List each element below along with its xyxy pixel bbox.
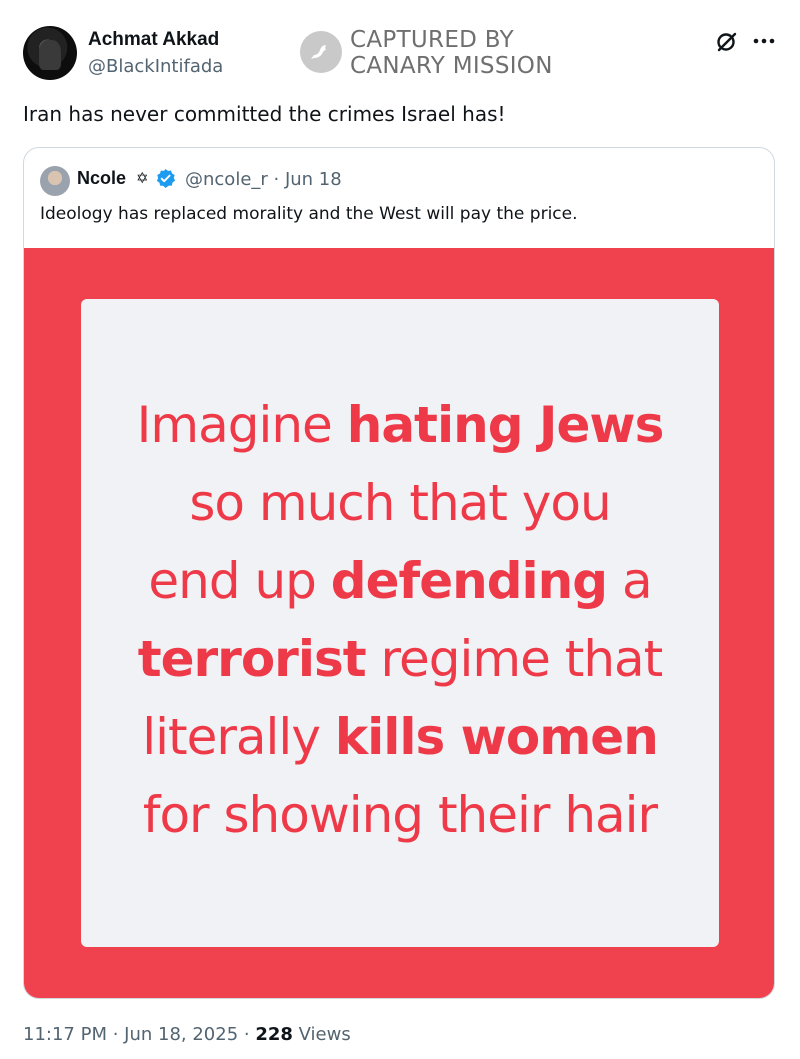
image-text-bold: defending <box>330 552 608 610</box>
image-text-line: end up defending a <box>100 542 700 620</box>
author-avatar[interactable] <box>23 26 77 80</box>
image-text-line: Imagine hating Jews <box>100 386 700 464</box>
timestamp[interactable]: 11:17 PM · Jun 18, 2025 · <box>23 1024 255 1045</box>
tweet-text: Iran has never committed the crimes Isra… <box>23 102 506 126</box>
image-text-bold: kills women <box>334 708 659 766</box>
image-text-line: so much that you <box>100 464 700 542</box>
bird-icon <box>300 31 342 73</box>
views-label: Views <box>292 1024 351 1045</box>
image-text-regular: end up <box>148 552 331 610</box>
quoted-name[interactable]: Ncole <box>77 168 126 189</box>
image-text-bold: hating Jews <box>346 396 665 454</box>
image-text-regular: so much that you <box>189 474 611 532</box>
more-icon[interactable] <box>751 28 777 54</box>
watermark-line-1: CAPTURED BY <box>350 27 514 53</box>
views-count: 228 <box>255 1024 293 1045</box>
image-text-line: for showing their hair <box>100 776 700 854</box>
quoted-text: Ideology has replaced morality and the W… <box>40 204 578 224</box>
image-text: Imagine hating Jews so much that you end u… <box>100 386 700 854</box>
image-text-regular: literally <box>142 708 335 766</box>
author-name[interactable]: Achmat Akkad <box>88 29 219 51</box>
image-text-bold: terrorist <box>137 630 367 688</box>
image-text-line: terrorist regime that <box>100 620 700 698</box>
image-text-regular: Imagine <box>136 396 347 454</box>
image-text-regular: a <box>607 552 653 610</box>
image-text-regular: for showing their hair <box>142 786 658 844</box>
image-text-line: literally kills women <box>100 698 700 776</box>
quoted-tweet[interactable]: Ncole ✡ @ncole_r · Jun 18 Ideology has r… <box>23 147 775 999</box>
quoted-handle-date[interactable]: @ncole_r · Jun 18 <box>185 169 342 190</box>
grok-icon[interactable] <box>714 29 740 55</box>
image-text-regular: regime that <box>365 630 664 688</box>
quoted-avatar[interactable] <box>40 166 70 196</box>
tweet-meta: 11:17 PM · Jun 18, 2025 · 228 Views <box>23 1024 351 1045</box>
quoted-name-symbol: ✡ <box>136 170 149 187</box>
watermark-line-2: CANARY MISSION <box>350 53 553 79</box>
watermark-text: CAPTURED BY CANARY MISSION <box>350 27 553 79</box>
quoted-image[interactable]: Imagine hating Jews so much that you end u… <box>24 248 774 998</box>
verified-badge-icon <box>155 168 176 189</box>
image-card: Imagine hating Jews so much that you end u… <box>81 299 719 947</box>
author-handle[interactable]: @BlackIntifada <box>88 56 223 77</box>
